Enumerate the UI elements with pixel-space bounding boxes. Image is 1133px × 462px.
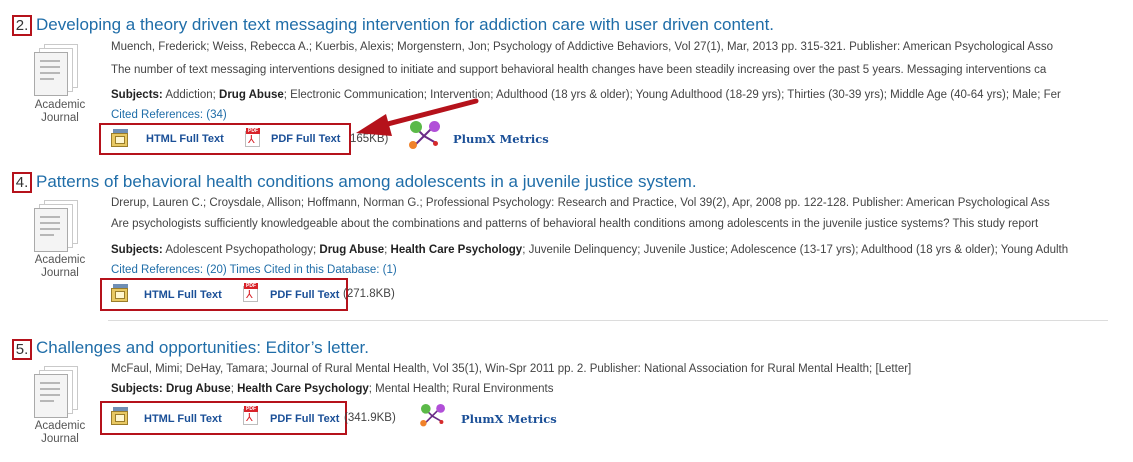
red-arrow <box>356 98 479 136</box>
